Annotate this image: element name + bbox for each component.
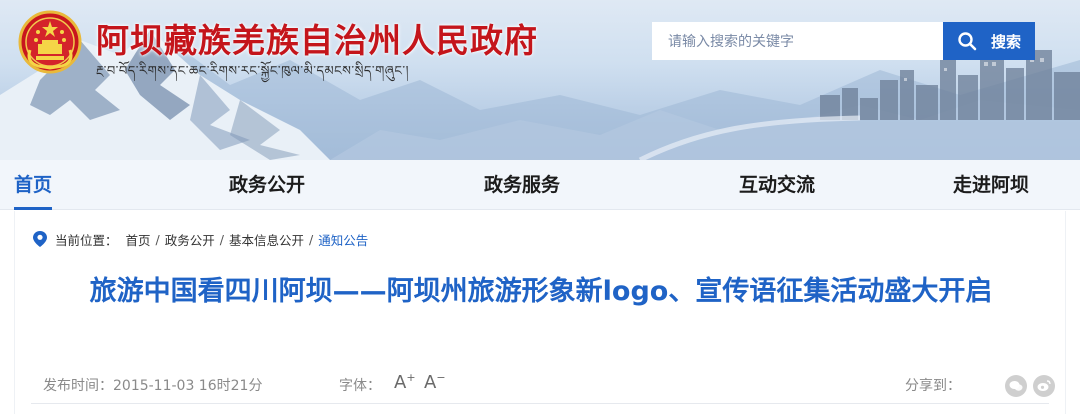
breadcrumb-basic-info[interactable]: 基本信息公开 xyxy=(229,230,304,249)
national-emblem-icon xyxy=(18,10,82,74)
article-title: 旅游中国看四川阿坝——阿坝州旅游形象新logo、宣传语征集活动盛大开启 xyxy=(89,276,993,307)
location-pin-icon xyxy=(33,231,47,247)
nav-item-government-affairs[interactable]: 政务公开 xyxy=(229,160,305,210)
meta-divider xyxy=(31,403,1049,404)
nav-item-home[interactable]: 首页 xyxy=(14,160,53,210)
main-nav: 首页 政务公开 政务服务 互动交流 走进阿坝 xyxy=(0,160,1080,210)
site-title: 阿坝藏族羌族自治州人民政府 xyxy=(96,21,538,60)
weibo-icon[interactable] xyxy=(1033,375,1055,397)
site-subtitle-tibetan: རྔ་བ་བོད་རིགས་དང་ཆང་རིགས་རང་སྐྱོང་ཁུལ་མི… xyxy=(96,64,410,79)
font-decrease-button[interactable]: A− xyxy=(424,371,446,393)
article-meta: 发布时间：2015-11-03 16时21分 字体： A+ A− 分享到： xyxy=(39,371,1055,399)
nav-item-about-aba[interactable]: 走进阿坝 xyxy=(953,160,1029,210)
search-button[interactable]: 搜索 xyxy=(943,22,1035,60)
share-label: 分享到： xyxy=(905,378,961,394)
search-button-label: 搜索 xyxy=(990,32,1021,51)
breadcrumb-notices[interactable]: 通知公告 xyxy=(318,230,368,249)
breadcrumb-separator: / xyxy=(155,231,160,247)
search-icon xyxy=(958,32,977,51)
publish-date: 2015-11-03 16时21分 xyxy=(113,378,263,394)
breadcrumb-home[interactable]: 首页 xyxy=(126,230,151,249)
font-decrease-glyph: A xyxy=(424,372,437,393)
breadcrumb-government-affairs[interactable]: 政务公开 xyxy=(165,230,215,249)
breadcrumb: 当前位置： 首页 / 政务公开 / 基本信息公开 / 通知公告 xyxy=(33,229,368,249)
nav-item-government-services[interactable]: 政务服务 xyxy=(484,160,560,210)
nav-item-interaction[interactable]: 互动交流 xyxy=(739,160,815,210)
breadcrumb-label: 当前位置： xyxy=(55,232,118,248)
search-input[interactable] xyxy=(652,22,944,60)
publish-info: 发布时间：2015-11-03 16时21分 xyxy=(43,375,262,395)
breadcrumb-separator: / xyxy=(309,231,314,247)
breadcrumb-separator: / xyxy=(219,231,224,247)
font-size-label: 字体： xyxy=(339,378,381,394)
font-increase-button[interactable]: A+ xyxy=(394,371,416,393)
font-increase-glyph: A xyxy=(394,372,407,393)
article-panel: 当前位置： 首页 / 政务公开 / 基本信息公开 / 通知公告 旅游中国看四川阿… xyxy=(14,211,1066,414)
site-header: 阿坝藏族羌族自治州人民政府 རྔ་བ་བོད་རིགས་དང་ཆང་རིགས་ར… xyxy=(0,0,1080,160)
wechat-icon[interactable] xyxy=(1005,375,1027,397)
publish-label: 发布时间： xyxy=(43,378,113,394)
